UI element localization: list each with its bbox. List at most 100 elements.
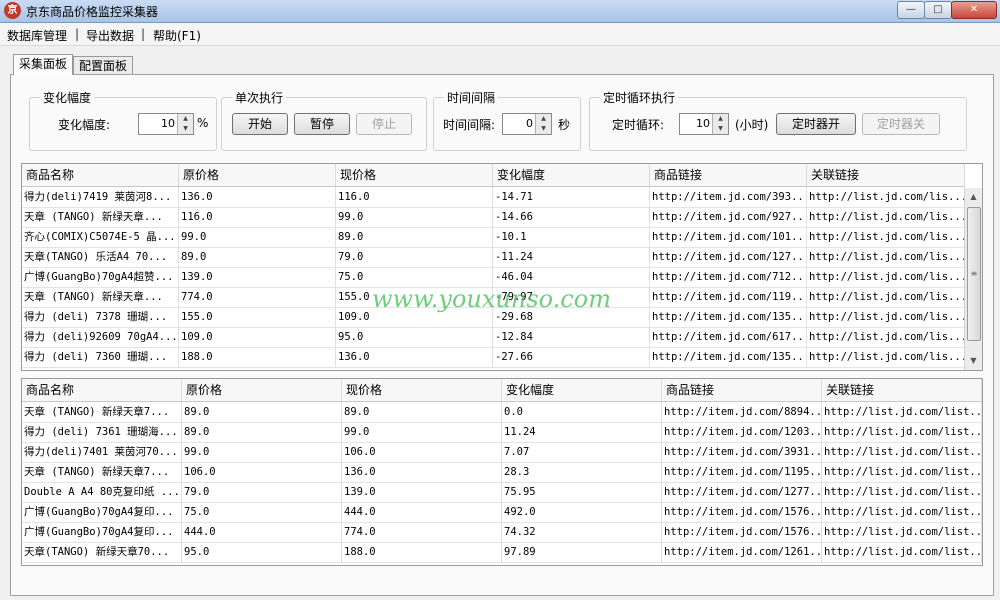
spin-down-icon[interactable]: ▼ [178,124,193,134]
interval-value: 0 [526,117,533,130]
cell-old-price: 136.0 [179,187,336,207]
cell-change: 28.3 [502,462,662,482]
maximize-button[interactable]: □ [924,1,952,19]
cell-list-link: http://list.jd.com/lis... [807,287,965,307]
scroll-down-icon[interactable]: ▼ [965,352,982,369]
col-header-name[interactable]: 商品名称 [22,164,179,186]
menu-export[interactable]: 导出数据 [86,27,134,44]
cell-change: -12.84 [493,327,650,347]
col-header-change[interactable]: 变化幅度 [502,379,662,401]
cell-change: -79.97 [493,287,650,307]
col-header-list-link[interactable]: 关联链接 [807,164,965,186]
vertical-scrollbar[interactable]: ▲ ≡ ▼ [964,188,982,370]
table-row[interactable]: 天章 (TANGO) 新绿天章... 774.0 155.0 -79.97 http:/… [22,287,965,308]
cell-name: 广博(GuangBo)70gA4复印... [22,502,182,522]
cell-new-price: 89.0 [342,402,502,422]
cell-name: 得力 (deli)92609 70gA4... [22,327,179,347]
pause-button[interactable]: 暂停 [294,113,350,135]
menu-database[interactable]: 数据库管理 [7,27,67,44]
cell-name: 齐心(COMIX)C5074E-5 晶... [22,227,179,247]
group-interval: 时间间隔 时间间隔: 0 ▲ ▼ 秒 [433,89,581,151]
table-row[interactable]: 天章 (TANGO) 新绿天章7... 106.0 136.0 28.3 http://… [22,462,982,483]
cell-list-link: http://list.jd.com/lis... [807,247,965,267]
cell-old-price: 116.0 [179,207,336,227]
cell-item-link: http://item.jd.com/8894... [662,402,822,422]
cell-new-price: 75.0 [336,267,493,287]
scroll-up-icon[interactable]: ▲ [965,188,982,205]
cell-change: 74.32 [502,522,662,542]
col-header-change[interactable]: 变化幅度 [493,164,650,186]
table-row[interactable]: 广博(GuangBo)70gA4超赞... 139.0 75.0 -46.04 http… [22,267,965,288]
loop-value: 10 [696,117,710,130]
cell-old-price: 89.0 [182,422,342,442]
cell-name: 天章 (TANGO) 新绿天章7... [22,462,182,482]
minimize-button[interactable]: — [897,1,925,19]
cell-change: 7.07 [502,442,662,462]
cell-new-price: 99.0 [336,207,493,227]
cell-item-link: http://item.jd.com/393... [650,187,807,207]
menu-help[interactable]: 帮助(F1) [153,27,201,44]
cell-old-price: 79.0 [182,482,342,502]
table-row[interactable]: Double A A4 80克复印纸 ... 79.0 139.0 75.95 http… [22,482,982,503]
table-row[interactable]: 天章(TANGO) 新绿天章70... 95.0 188.0 97.89 http://… [22,542,982,563]
cell-name: 广博(GuangBo)70gA4复印... [22,522,182,542]
table-row[interactable]: 得力 (deli) 7361 珊瑚海... 89.0 99.0 11.24 http:/… [22,422,982,443]
cell-new-price: 774.0 [342,522,502,542]
cell-new-price: 155.0 [336,287,493,307]
spin-down-icon[interactable]: ▼ [713,124,728,134]
table-header: 商品名称 原价格 现价格 变化幅度 商品链接 关联链接 [22,379,982,402]
results-table-changed[interactable]: 商品名称 原价格 现价格 变化幅度 商品链接 关联链接 得力(deli)7419… [21,163,983,371]
table-row[interactable]: 广博(GuangBo)70gA4复印... 75.0 444.0 492.0 http:… [22,502,982,523]
table-header: 商品名称 原价格 现价格 变化幅度 商品链接 关联链接 [22,164,965,187]
cell-old-price: 444.0 [182,522,342,542]
cell-old-price: 89.0 [182,402,342,422]
table-row[interactable]: 天章(TANGO) 乐活A4 70... 89.0 79.0 -11.24 http:/… [22,247,965,268]
cell-old-price: 99.0 [182,442,342,462]
table-row[interactable]: 天章 (TANGO) 新绿天章... 116.0 99.0 -14.66 http://… [22,207,965,228]
menu-separator: | [75,27,80,41]
timer-on-button[interactable]: 定时器开 [776,113,856,135]
cell-old-price: 774.0 [179,287,336,307]
col-header-name[interactable]: 商品名称 [22,379,182,401]
cell-name: 天章 (TANGO) 新绿天章... [22,207,179,227]
table-row[interactable]: 得力 (deli) 7378 珊瑚... 155.0 109.0 -29.68 http… [22,307,965,328]
table-row[interactable]: 得力 (deli) 7360 珊瑚... 188.0 136.0 -27.66 http… [22,347,965,368]
table-row[interactable]: 得力(deli)7419 莱茵河8... 136.0 116.0 -14.71 http… [22,187,965,208]
col-header-list-link[interactable]: 关联链接 [822,379,982,401]
cell-item-link: http://item.jd.com/617... [650,327,807,347]
col-header-old-price[interactable]: 原价格 [179,164,336,186]
table-row[interactable]: 得力(deli)7401 莱茵河70... 99.0 106.0 7.07 http:/… [22,442,982,463]
table-row[interactable]: 广博(GuangBo)70gA4复印... 444.0 774.0 74.32 http… [22,522,982,543]
tab-config-panel[interactable]: 配置面板 [73,56,133,75]
cell-list-link: http://list.jd.com/list... [822,422,982,442]
table-row[interactable]: 天章 (TANGO) 新绿天章7... 89.0 89.0 0.0 http://ite… [22,402,982,423]
cell-item-link: http://item.jd.com/101... [650,227,807,247]
cell-list-link: http://list.jd.com/list... [822,482,982,502]
cell-item-link: http://item.jd.com/127... [650,247,807,267]
loop-stepper[interactable]: 10 ▲ ▼ [679,113,729,135]
col-header-new-price[interactable]: 现价格 [336,164,493,186]
cell-change: 492.0 [502,502,662,522]
cell-old-price: 106.0 [182,462,342,482]
tab-collect-panel[interactable]: 采集面板 [13,54,73,75]
start-button[interactable]: 开始 [232,113,288,135]
spin-down-icon[interactable]: ▼ [536,124,551,134]
cell-change: 97.89 [502,542,662,562]
col-header-item-link[interactable]: 商品链接 [662,379,822,401]
col-header-new-price[interactable]: 现价格 [342,379,502,401]
cell-new-price: 79.0 [336,247,493,267]
stop-button[interactable]: 停止 [356,113,412,135]
interval-stepper[interactable]: 0 ▲ ▼ [502,113,552,135]
change-stepper[interactable]: 10 ▲ ▼ [138,113,194,135]
col-header-item-link[interactable]: 商品链接 [650,164,807,186]
timer-off-button[interactable]: 定时器关 [862,113,940,135]
col-header-old-price[interactable]: 原价格 [182,379,342,401]
close-button[interactable]: ✕ [951,1,997,19]
table-row[interactable]: 齐心(COMIX)C5074E-5 晶... 99.0 89.0 -10.1 http:… [22,227,965,248]
table-row[interactable]: 得力 (deli)92609 70gA4... 109.0 95.0 -12.84 ht… [22,327,965,348]
cell-change: 0.0 [502,402,662,422]
scroll-thumb[interactable]: ≡ [967,207,981,341]
cell-item-link: http://item.jd.com/927... [650,207,807,227]
cell-list-link: http://list.jd.com/list... [822,542,982,562]
results-table-all[interactable]: 商品名称 原价格 现价格 变化幅度 商品链接 关联链接 天章 (TANGO) 新… [21,378,983,566]
